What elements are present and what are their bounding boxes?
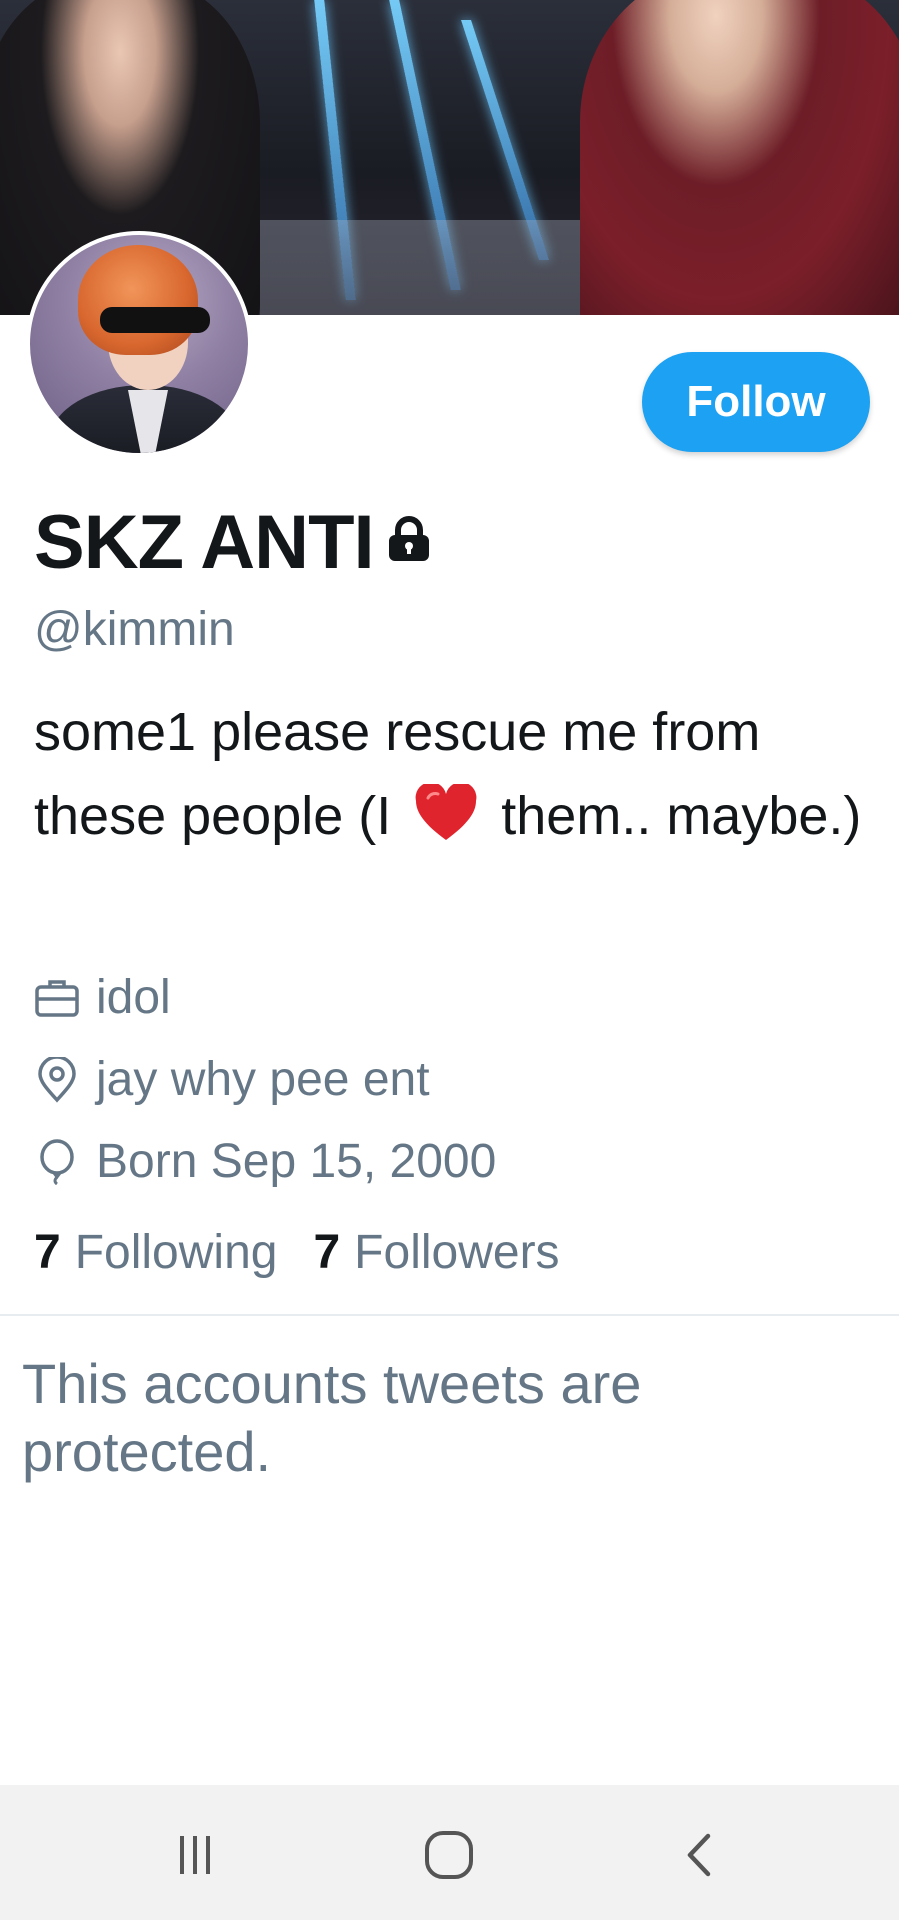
bio-text-continued: them.. maybe.) bbox=[486, 786, 862, 846]
occupation-row: idol bbox=[34, 970, 171, 1025]
user-handle: @kimmin bbox=[34, 603, 235, 656]
follow-button[interactable]: Follow bbox=[642, 352, 870, 452]
performer-right bbox=[580, 0, 899, 315]
following-label: Following bbox=[74, 1226, 278, 1279]
followers-stat[interactable]: 7 Followers bbox=[313, 1225, 559, 1280]
birthday-row: Born Sep 15, 2000 bbox=[34, 1134, 496, 1189]
lock-icon bbox=[386, 515, 432, 563]
following-count: 7 bbox=[34, 1226, 61, 1279]
briefcase-icon bbox=[34, 975, 80, 1021]
location-pin-icon bbox=[34, 1054, 80, 1103]
name-row: SKZ ANTI bbox=[34, 505, 432, 581]
back-icon[interactable] bbox=[665, 1825, 735, 1885]
followers-count: 7 bbox=[313, 1226, 341, 1279]
balloon-icon bbox=[34, 1138, 80, 1185]
following-stat[interactable]: 7 Following bbox=[34, 1225, 277, 1280]
occupation-text: idol bbox=[96, 971, 171, 1024]
protected-tweets-message: This accounts tweets are protected. bbox=[22, 1352, 642, 1483]
display-name: SKZ ANTI bbox=[34, 500, 375, 585]
recent-apps-icon[interactable] bbox=[160, 1825, 230, 1885]
avatar-sunglasses bbox=[100, 307, 210, 333]
divider bbox=[0, 1314, 899, 1316]
followers-label: Followers bbox=[354, 1226, 560, 1279]
born-text: Born Sep 15, 2000 bbox=[96, 1135, 497, 1188]
heart-icon bbox=[414, 782, 478, 840]
location-row: jay why pee ent bbox=[34, 1052, 430, 1107]
system-navigation-bar bbox=[0, 1785, 899, 1920]
profile-avatar[interactable] bbox=[26, 231, 252, 457]
avatar-hair bbox=[78, 245, 198, 355]
follow-stats: 7 Following 7 Followers bbox=[34, 1225, 560, 1280]
home-icon[interactable] bbox=[414, 1825, 484, 1885]
location-text: jay why pee ent bbox=[96, 1053, 430, 1106]
bio: some1 please rescue me from these people… bbox=[34, 690, 864, 858]
stage-floor bbox=[260, 220, 620, 315]
profile-page: Follow SKZ ANTI @kimmin some1 please res… bbox=[0, 0, 899, 1920]
